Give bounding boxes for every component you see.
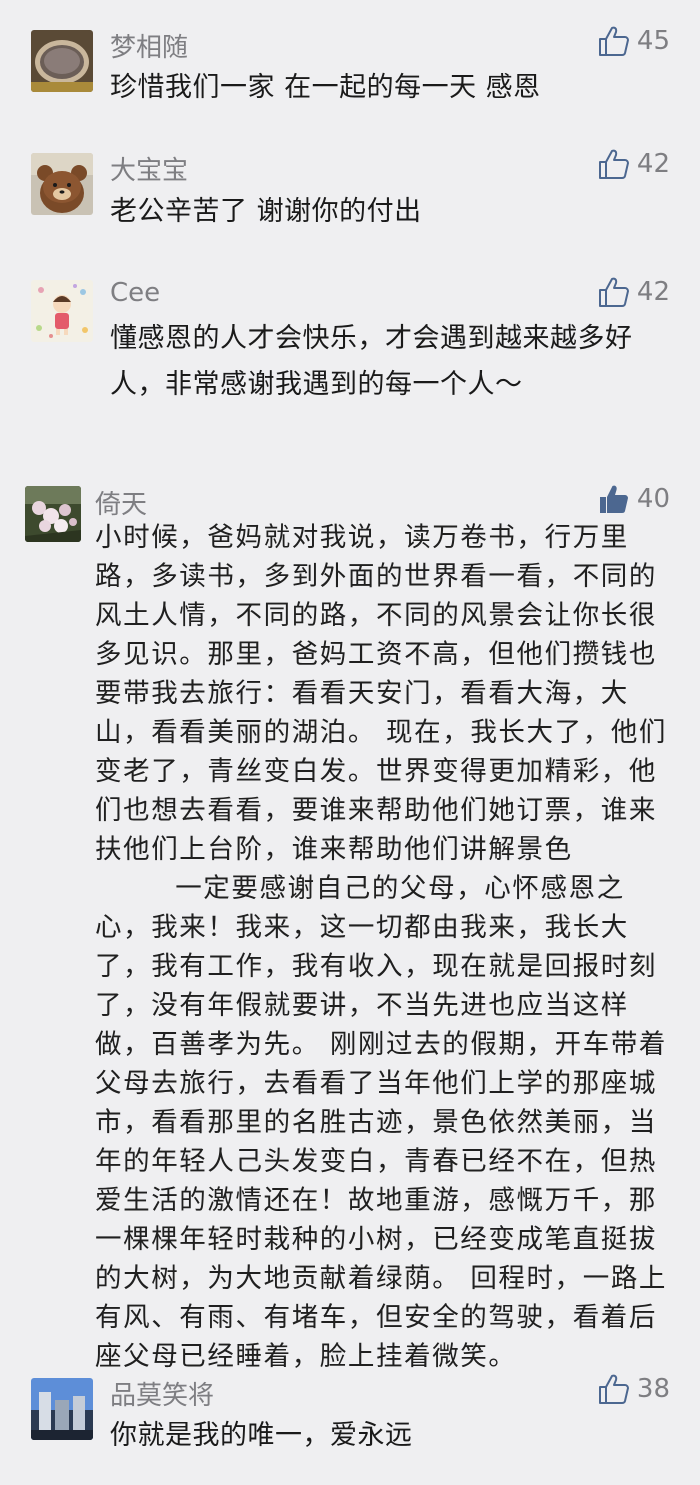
username[interactable]: 大宝宝 — [110, 150, 188, 187]
like-count: 38 — [636, 1374, 670, 1404]
comment-text: 你就是我的唯一，爱永远 — [110, 1420, 413, 1451]
thumbs-up-outline-icon — [598, 1374, 629, 1404]
avatar-pot-image — [31, 30, 93, 92]
thumbs-up-outline-icon — [598, 149, 629, 179]
avatar[interactable] — [31, 280, 93, 342]
avatar[interactable] — [31, 1378, 93, 1440]
comment-item: 梦相随 45 珍惜我们一家 在一起的每一天 感恩 — [0, 0, 700, 130]
avatar[interactable] — [31, 153, 93, 215]
comment-text: 老公辛苦了 谢谢你的付出 — [110, 196, 422, 227]
like-button[interactable]: 42 — [597, 275, 670, 309]
username[interactable]: 梦相随 — [110, 27, 188, 64]
thumbs-up-filled-icon — [599, 485, 628, 513]
like-button[interactable]: 40 — [597, 482, 670, 516]
avatar[interactable] — [31, 30, 93, 92]
comment-text: 珍惜我们一家 在一起的每一天 感恩 — [110, 72, 541, 103]
avatar-building-image — [31, 1378, 93, 1440]
thumbs-up-outline-icon — [598, 26, 629, 56]
username[interactable]: Cee — [110, 278, 160, 308]
comment-text: 懂感恩的人才会快乐，才会遇到越来越多好人，非常感谢我遇到的每一个人～ — [110, 323, 633, 400]
like-count: 42 — [636, 149, 670, 179]
avatar-blossom-image — [25, 486, 81, 542]
avatar-cartoon-image — [31, 280, 93, 342]
comment-item: 品莫笑将 38 你就是我的唯一，爱永远 — [0, 1360, 700, 1485]
like-count: 40 — [636, 484, 670, 514]
avatar-bear-image — [31, 153, 93, 215]
username[interactable]: 品莫笑将 — [110, 1375, 214, 1412]
comment-item: 倚天 40 小时候，爸妈就对我说，读万卷书，行万里路，多读书，多到外面的世界看一… — [0, 480, 700, 1372]
thumbs-up-outline-icon — [598, 277, 629, 307]
avatar[interactable] — [25, 486, 81, 542]
comment-item: Cee 42 懂感恩的人才会快乐，才会遇到越来越多好人，非常感谢我遇到的每一个人… — [0, 250, 700, 480]
comment-text: 小时候，爸妈就对我说，读万卷书，行万里路，多读书，多到外面的世界看一看，不同的风… — [95, 522, 668, 1372]
like-count: 42 — [636, 277, 670, 307]
comment-item: 大宝宝 42 老公辛苦了 谢谢你的付出 — [0, 130, 700, 250]
like-button[interactable]: 45 — [597, 24, 670, 58]
like-button[interactable]: 38 — [597, 1372, 670, 1406]
like-count: 45 — [636, 26, 670, 56]
username[interactable]: 倚天 — [95, 484, 147, 521]
like-button[interactable]: 42 — [597, 147, 670, 181]
